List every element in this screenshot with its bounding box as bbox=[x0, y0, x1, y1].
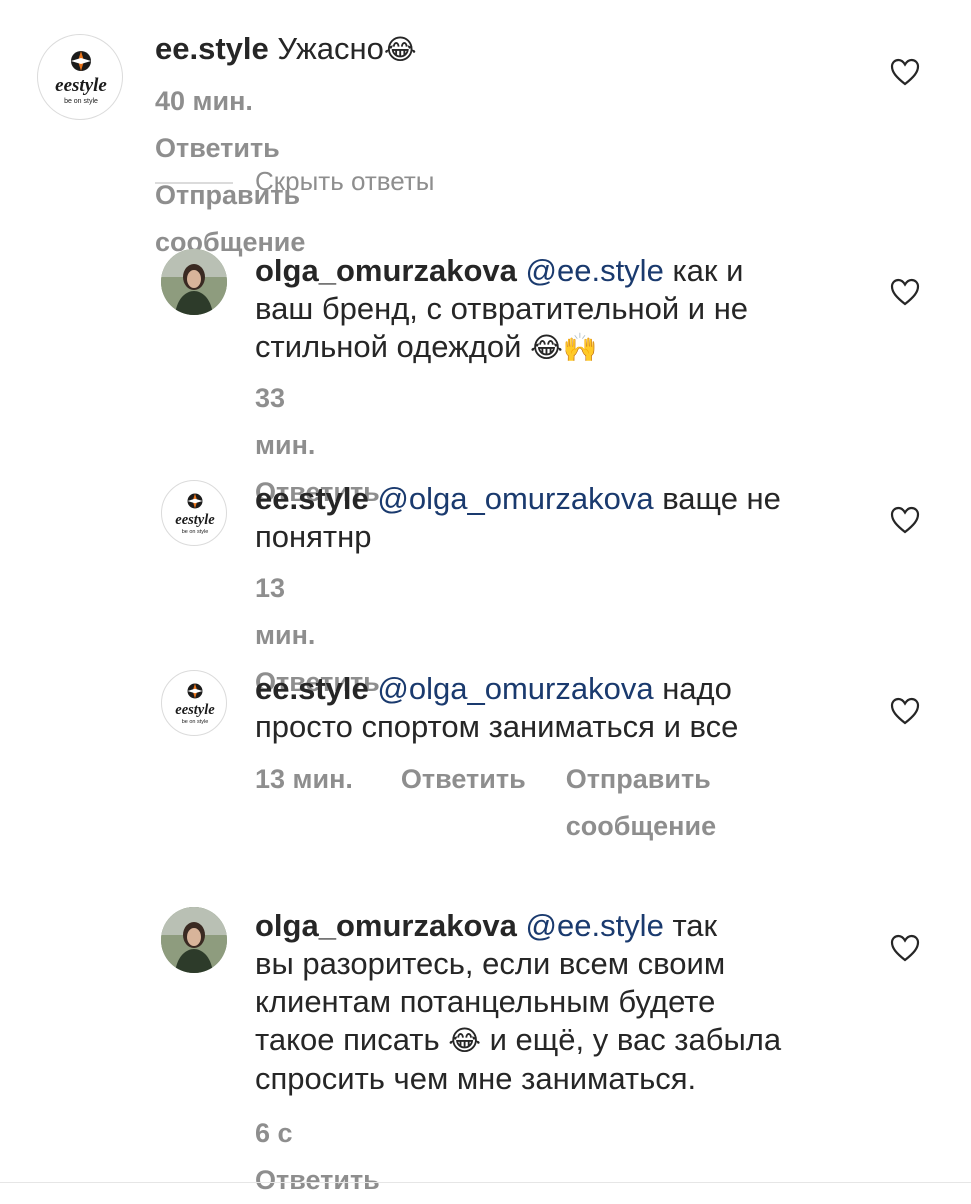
timestamp: 33 мин. bbox=[255, 383, 316, 460]
send-message-label-line2: сообщение bbox=[565, 811, 717, 841]
timestamp: 13 мин. bbox=[255, 573, 316, 650]
comment-meta: 13 мин. Ответить Отправить сообщение bbox=[255, 756, 775, 850]
comment-text: такое писать bbox=[255, 1022, 440, 1057]
comment-text: так bbox=[672, 908, 718, 943]
avatar[interactable]: eestyle be on style bbox=[161, 480, 227, 546]
comment-text: спросить чем мне заниматься. bbox=[255, 1061, 697, 1096]
comment-text: клиентам потанцельным будете bbox=[255, 984, 716, 1019]
timestamp: 13 мин. bbox=[255, 764, 353, 794]
profile-photo bbox=[161, 907, 227, 973]
profile-photo bbox=[161, 249, 227, 315]
username-link[interactable]: ee.style bbox=[255, 481, 369, 516]
mention-link[interactable]: @olga_omurzakova bbox=[377, 671, 653, 706]
laughing-emoji: 😂 bbox=[383, 33, 417, 66]
reply-button[interactable]: Ответить bbox=[255, 1157, 380, 1204]
comment-text: вы разоритесь, если всем своим bbox=[255, 946, 726, 981]
divider bbox=[0, 1182, 971, 1183]
comment-text: надо bbox=[662, 671, 732, 706]
comment-text: стильной одеждой bbox=[255, 329, 522, 364]
comment-text: ваще не bbox=[662, 481, 781, 516]
laughing-emoji: 😂 bbox=[448, 1024, 481, 1057]
comment-text: просто спортом заниматься и все bbox=[255, 709, 739, 744]
avatar[interactable] bbox=[161, 249, 227, 315]
comment-text: Ужасно bbox=[277, 31, 384, 66]
heart-icon[interactable] bbox=[890, 58, 920, 86]
comment-meta: 6 с Ответить bbox=[255, 1110, 380, 1204]
reply-button[interactable]: Ответить bbox=[155, 125, 280, 172]
reply-button[interactable]: Ответить bbox=[401, 756, 526, 850]
comment-body: ee.style @olga_omurzakova ваще не понятн… bbox=[255, 480, 855, 556]
comment-body: olga_omurzakova @ee.style как и ваш брен… bbox=[255, 252, 855, 367]
comment-body: ee.style @olga_omurzakova надо просто сп… bbox=[255, 670, 855, 746]
avatar[interactable]: eestyle be on style bbox=[37, 34, 123, 120]
heart-icon[interactable] bbox=[890, 934, 920, 962]
comment-body: ee.style Ужасно😂 bbox=[155, 30, 855, 69]
mention-link[interactable]: @ee.style bbox=[526, 253, 664, 288]
eestyle-logo: eestyle be on style bbox=[55, 51, 107, 105]
comment-text: и ещё, у вас забыла bbox=[489, 1022, 782, 1057]
avatar[interactable] bbox=[161, 907, 227, 973]
timestamp: 40 мин. bbox=[155, 86, 253, 116]
username-link[interactable]: ee.style bbox=[255, 671, 369, 706]
send-message-label-line1: Отправить bbox=[565, 764, 711, 794]
eestyle-logo: eestyle be on style bbox=[175, 683, 215, 725]
comment-text: понятнр bbox=[255, 519, 372, 554]
svg-text:be on style: be on style bbox=[182, 529, 209, 535]
mention-link[interactable]: @olga_omurzakova bbox=[377, 481, 653, 516]
comment-text: ваш бренд, с отвратительной и не bbox=[255, 291, 749, 326]
svg-text:eestyle: eestyle bbox=[55, 75, 107, 96]
laughing-raised-hands-emoji: 😂🙌 bbox=[530, 331, 598, 364]
username-link[interactable]: olga_omurzakova bbox=[255, 253, 517, 288]
hide-replies-button[interactable]: Скрыть ответы bbox=[255, 166, 435, 197]
timestamp: 6 с bbox=[255, 1118, 293, 1148]
svg-text:be on style: be on style bbox=[64, 98, 98, 105]
comment-text: как и bbox=[672, 253, 744, 288]
mention-link[interactable]: @ee.style bbox=[526, 908, 664, 943]
send-message-button[interactable]: Отправить сообщение bbox=[566, 756, 716, 850]
username-link[interactable]: ee.style bbox=[155, 31, 269, 66]
username-link[interactable]: olga_omurzakova bbox=[255, 908, 517, 943]
avatar[interactable]: eestyle be on style bbox=[161, 670, 227, 736]
heart-icon[interactable] bbox=[890, 697, 920, 725]
hide-replies-line bbox=[155, 182, 233, 184]
heart-icon[interactable] bbox=[890, 278, 920, 306]
svg-text:eestyle: eestyle bbox=[175, 702, 215, 718]
svg-text:eestyle: eestyle bbox=[175, 512, 215, 528]
comment-body: olga_omurzakova @ee.style так вы разорит… bbox=[255, 907, 855, 1098]
heart-icon[interactable] bbox=[890, 506, 920, 534]
svg-text:be on style: be on style bbox=[182, 719, 209, 725]
eestyle-logo: eestyle be on style bbox=[175, 493, 215, 535]
